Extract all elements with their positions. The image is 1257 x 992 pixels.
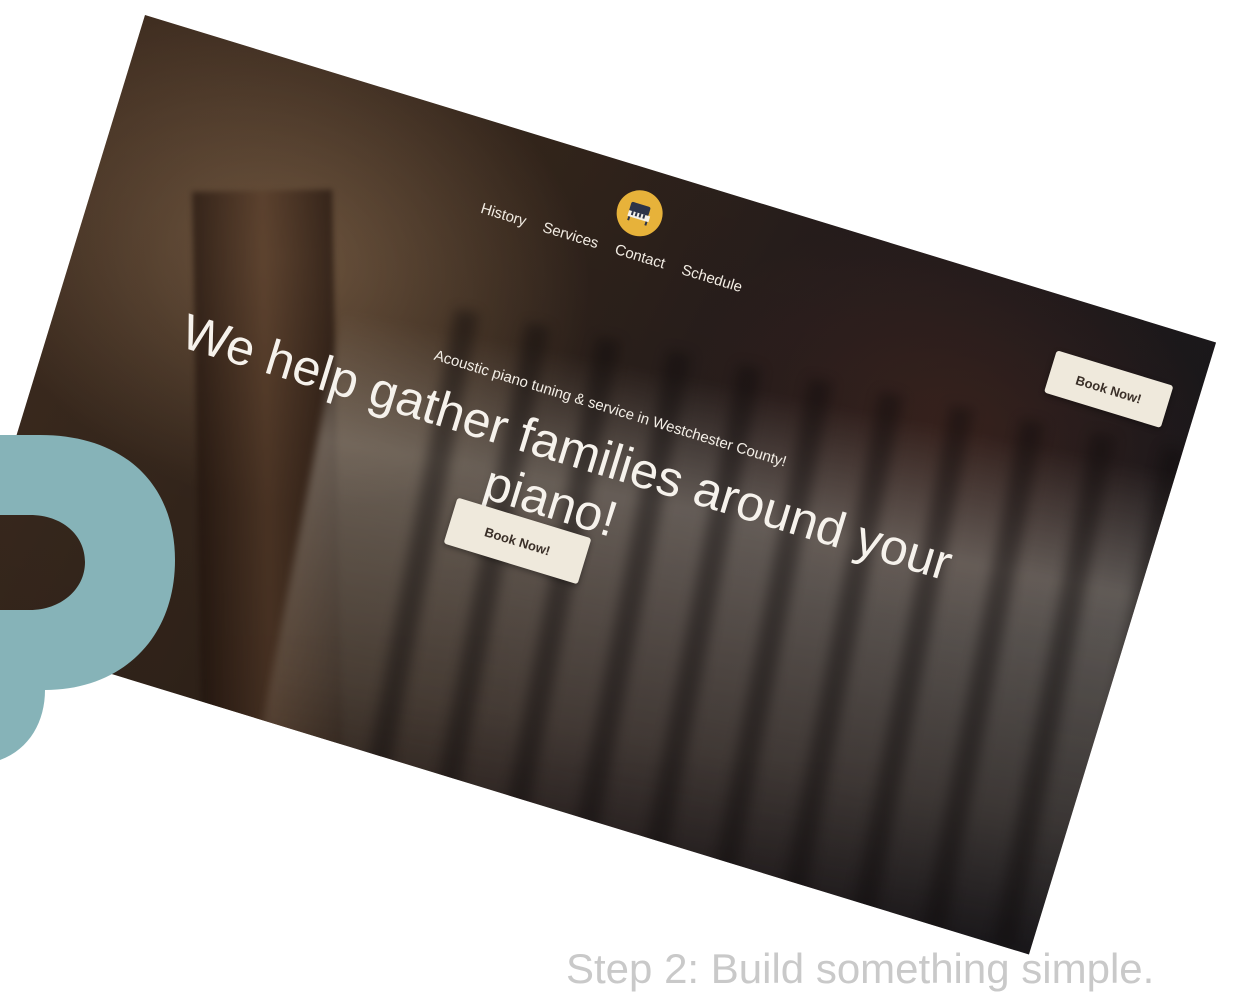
slide-stage: History Services Contact Schedule Book N…	[0, 0, 1257, 992]
piano-icon	[627, 201, 651, 226]
decorative-letter-p	[0, 435, 175, 760]
slide-caption: Step 2: Build something simple.	[566, 945, 1155, 992]
website-screenshot: History Services Contact Schedule Book N…	[0, 15, 1217, 955]
decorative-letter-p-shape	[0, 435, 175, 760]
